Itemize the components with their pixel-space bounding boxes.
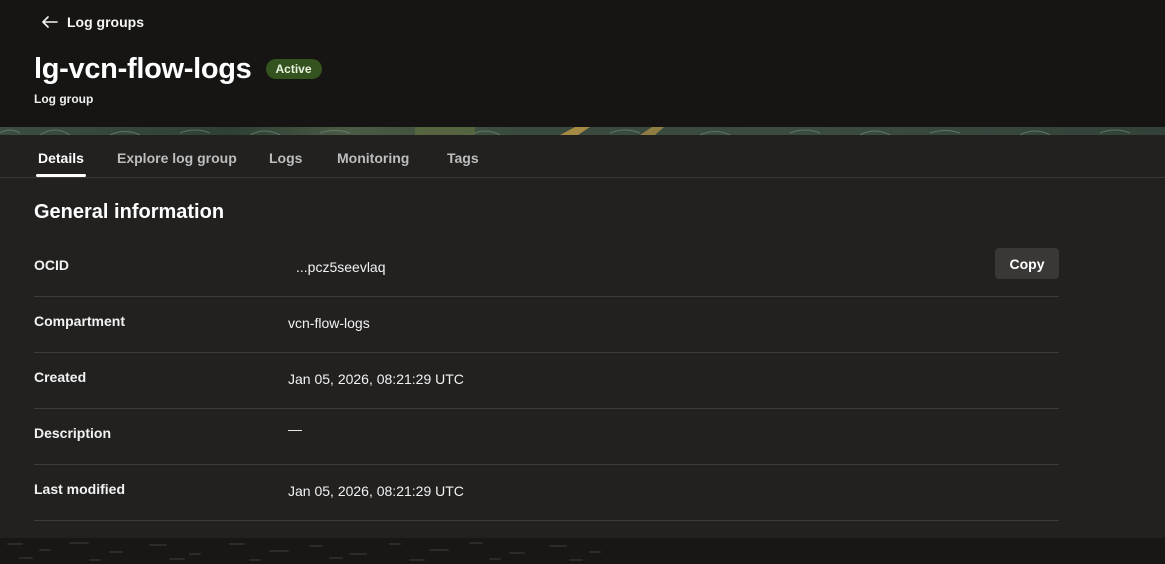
info-value-description: — xyxy=(288,421,302,437)
info-value-ocid: ...pcz5seevlaq xyxy=(296,259,386,275)
details-panel: General information OCID ...pcz5seevlaq … xyxy=(0,178,1165,538)
info-label: Last modified xyxy=(34,481,126,497)
info-label: Created xyxy=(34,369,87,385)
tab-monitoring[interactable]: Monitoring xyxy=(337,135,409,177)
title-row: lg-vcn-flow-logs Active xyxy=(34,52,322,86)
info-row-created: Created Jan 05, 2026, 08:21:29 UTC xyxy=(34,353,1059,409)
resource-type-label: Log group xyxy=(34,92,94,106)
info-label: Compartment xyxy=(34,313,126,329)
tab-details[interactable]: Details xyxy=(36,135,86,177)
info-label: Description xyxy=(34,425,112,441)
decorative-footer xyxy=(0,538,1165,564)
arrow-left-icon xyxy=(42,16,58,28)
tab-bar: Details Explore log group Logs Monitorin… xyxy=(0,135,1165,178)
info-row-ocid: OCID ...pcz5seevlaq Copy xyxy=(34,241,1059,297)
info-row-description: Description — xyxy=(34,409,1059,465)
tab-explore-log-group[interactable]: Explore log group xyxy=(117,135,237,177)
tab-tags[interactable]: Tags xyxy=(447,135,479,177)
info-row-compartment: Compartment vcn-flow-logs xyxy=(34,297,1059,353)
info-value-created: Jan 05, 2026, 08:21:29 UTC xyxy=(288,371,464,387)
info-value-compartment[interactable]: vcn-flow-logs xyxy=(288,315,370,331)
decorative-banner xyxy=(0,127,1165,135)
back-link-label: Log groups xyxy=(67,14,144,30)
tab-logs[interactable]: Logs xyxy=(269,135,302,177)
info-value-last-modified: Jan 05, 2026, 08:21:29 UTC xyxy=(288,483,464,499)
info-label: OCID xyxy=(34,257,69,273)
page-header: Log groups lg-vcn-flow-logs Active Log g… xyxy=(0,0,1165,127)
status-badge: Active xyxy=(265,59,322,79)
back-link-log-groups[interactable]: Log groups xyxy=(42,12,144,32)
page-title: lg-vcn-flow-logs xyxy=(34,53,252,85)
copy-ocid-button[interactable]: Copy xyxy=(995,248,1059,279)
info-row-last-modified: Last modified Jan 05, 2026, 08:21:29 UTC xyxy=(34,465,1059,521)
section-title: General information xyxy=(34,201,225,223)
general-info-list: OCID ...pcz5seevlaq Copy Compartment vcn… xyxy=(34,241,1059,521)
